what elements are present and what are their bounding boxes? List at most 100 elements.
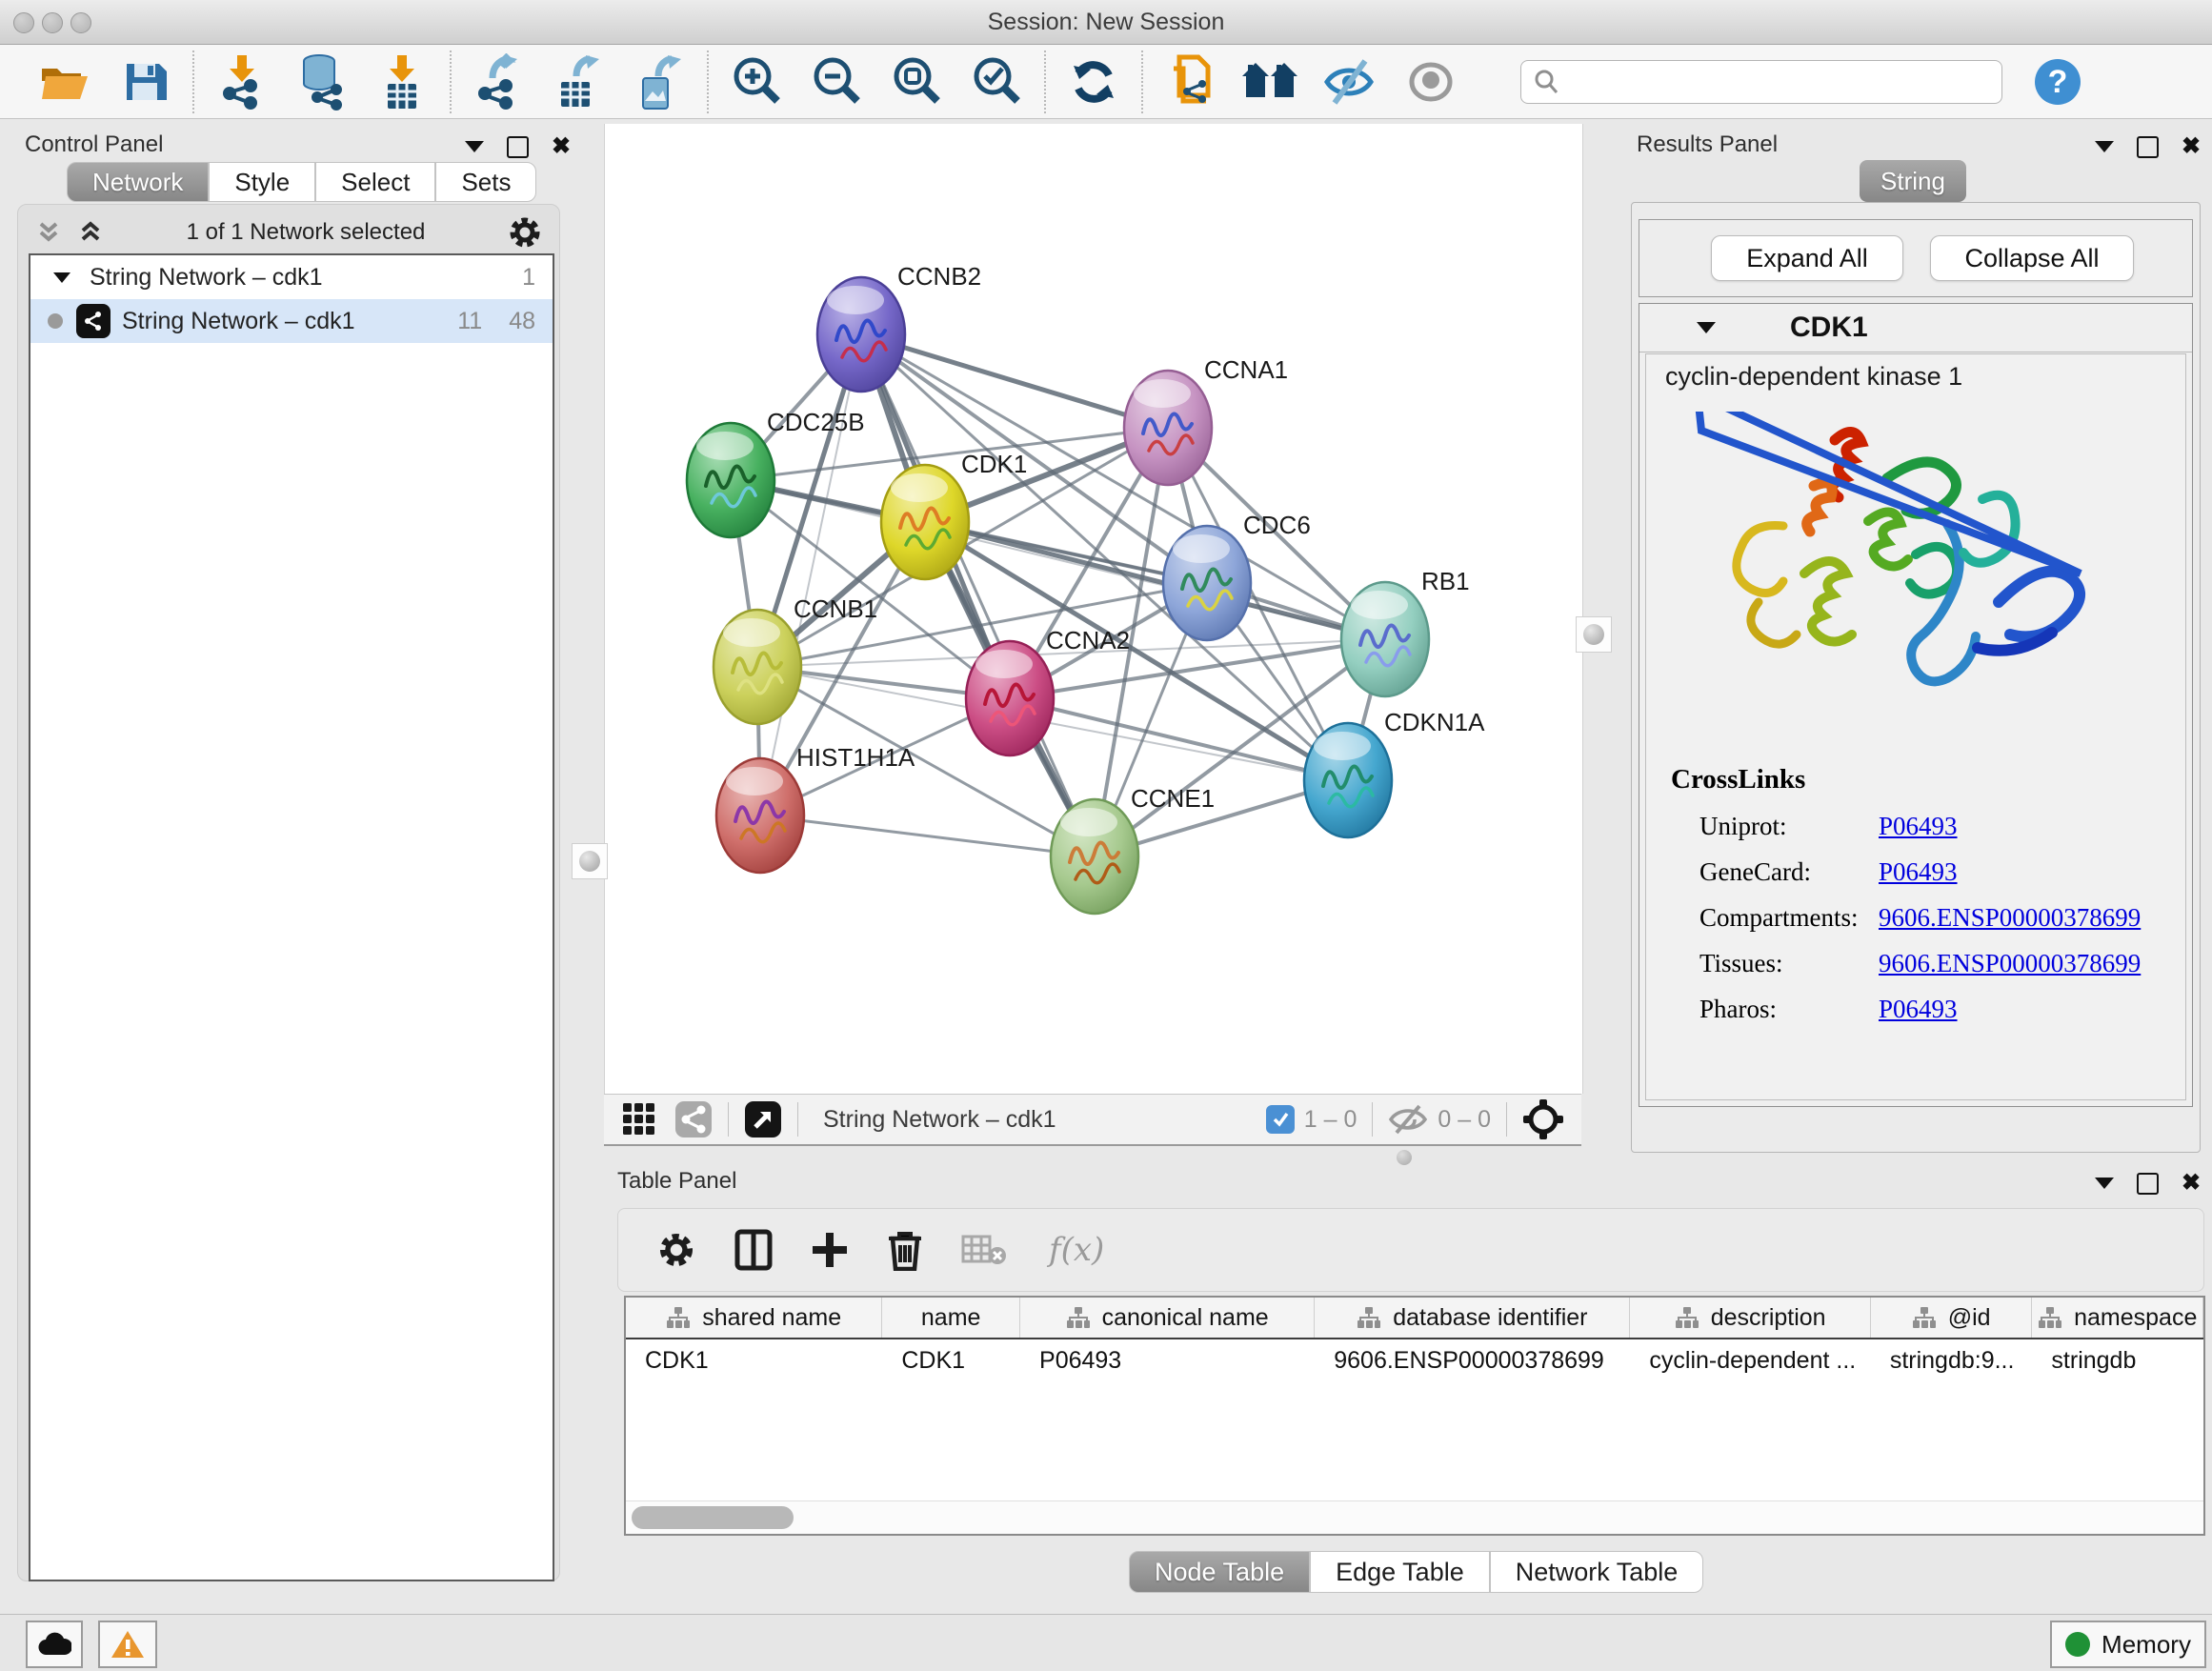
crosslink-row: Compartments:9606.ENSP00000378699 [1671, 903, 2141, 933]
tab-node-table[interactable]: Node Table [1129, 1551, 1310, 1593]
refresh-layout-icon[interactable] [1054, 50, 1134, 113]
close-panel-icon[interactable]: ✖ [2182, 1172, 2201, 1195]
delete-column-icon[interactable] [887, 1229, 923, 1271]
float-panel-icon[interactable] [2137, 136, 2159, 158]
node-gloss [1134, 379, 1191, 408]
home-view-icon[interactable] [1231, 50, 1311, 113]
column-header-name[interactable]: name [882, 1298, 1020, 1338]
horizontal-splitter-handle[interactable] [1397, 1150, 1412, 1165]
network-share-icon[interactable] [674, 1100, 713, 1138]
tab-sets[interactable]: Sets [435, 162, 536, 202]
tab-style[interactable]: Style [209, 162, 315, 202]
node-gloss [975, 650, 1033, 678]
cloud-status-button[interactable] [26, 1621, 83, 1668]
crosslink-link[interactable]: P06493 [1879, 995, 1958, 1024]
share-session-icon[interactable] [1151, 50, 1231, 113]
column-header-canonical-name[interactable]: canonical name [1020, 1298, 1315, 1338]
tab-edge-table[interactable]: Edge Table [1310, 1551, 1490, 1593]
column-header-description[interactable]: description [1630, 1298, 1870, 1338]
node-label-CCNB2: CCNB2 [897, 262, 981, 291]
edge-HIST1H1A-CCNE1[interactable] [760, 815, 1095, 856]
open-session-icon[interactable] [25, 50, 105, 113]
delete-table-icon [961, 1233, 1007, 1267]
show-all-icon[interactable] [1391, 50, 1471, 113]
help-icon[interactable]: ? [2018, 50, 2098, 113]
tab-select[interactable]: Select [315, 162, 435, 202]
crosslink-row: Tissues:9606.ENSP00000378699 [1671, 949, 2141, 978]
float-panel-icon[interactable] [507, 136, 529, 158]
toolbar-separator [1506, 1102, 1507, 1137]
tab-network[interactable]: Network [67, 162, 209, 202]
table-row[interactable]: CDK1CDK1P064939606.ENSP00000378699cyclin… [626, 1339, 2203, 1381]
memory-button[interactable]: Memory [2050, 1621, 2206, 1668]
edge-CCNB2-CCNE1[interactable] [861, 334, 1095, 856]
birds-eye-view-icon[interactable] [621, 1101, 657, 1137]
crosslink-link[interactable]: P06493 [1879, 812, 1958, 841]
edge-CCNB2-CCNA1[interactable] [861, 334, 1168, 428]
left-splitter-handle[interactable] [572, 843, 608, 879]
import-table-icon[interactable] [362, 50, 442, 113]
cell-database-identifier[interactable]: 9606.ENSP00000378699 [1315, 1339, 1630, 1381]
export-table-icon[interactable] [539, 50, 619, 113]
expand-all-icon[interactable] [76, 218, 105, 247]
show-columns-icon[interactable] [734, 1229, 773, 1271]
crosslink-link[interactable]: 9606.ENSP00000378699 [1879, 903, 2141, 933]
crosslink-link[interactable]: 9606.ENSP00000378699 [1879, 949, 2141, 978]
save-session-icon[interactable] [105, 50, 185, 113]
zoom-in-icon[interactable] [716, 50, 796, 113]
collapse-all-icon[interactable] [34, 218, 63, 247]
export-image-icon[interactable] [619, 50, 699, 113]
collapse-panel-icon[interactable] [2095, 1178, 2114, 1189]
cell-description[interactable]: cyclin-dependent ... [1630, 1339, 1870, 1381]
column-header-namespace[interactable]: namespace [2032, 1298, 2203, 1338]
cell-name[interactable]: CDK1 [882, 1339, 1020, 1381]
zoom-fit-icon[interactable] [876, 50, 956, 113]
crosslink-row: Uniprot:P06493 [1671, 812, 2141, 841]
zoom-out-icon[interactable] [796, 50, 876, 113]
crosslink-link[interactable]: P06493 [1879, 857, 1958, 887]
selected-nodes-checkbox[interactable] [1266, 1105, 1295, 1134]
column-header--id[interactable]: @id [1871, 1298, 2033, 1338]
zoom-selected-icon[interactable] [956, 50, 1036, 113]
float-panel-icon[interactable] [2137, 1173, 2159, 1195]
network-view-title: String Network – cdk1 [823, 1106, 1056, 1134]
table-options-gear-icon[interactable] [656, 1230, 696, 1270]
import-network-icon[interactable] [202, 50, 282, 113]
cell-canonical-name[interactable]: P06493 [1020, 1339, 1315, 1381]
table-horizontal-scrollbar[interactable] [626, 1500, 2203, 1534]
cell--id[interactable]: stringdb:9... [1871, 1339, 2033, 1381]
open-in-new-window-icon[interactable] [744, 1100, 782, 1138]
create-column-icon[interactable] [811, 1231, 849, 1269]
cell-namespace[interactable]: stringdb [2032, 1339, 2203, 1381]
gene-description: cyclin-dependent kinase 1 [1665, 362, 1962, 392]
collapse-panel-icon[interactable] [465, 141, 484, 152]
import-database-icon[interactable] [282, 50, 362, 113]
column-header-shared-name[interactable]: shared name [626, 1298, 882, 1338]
node-gloss [827, 286, 884, 314]
results-entry-header[interactable]: CDK1 [1639, 304, 2192, 352]
expand-all-button[interactable]: Expand All [1711, 235, 1903, 281]
right-splitter-handle[interactable] [1576, 616, 1612, 653]
warning-button[interactable] [98, 1621, 157, 1668]
entry-expander-icon[interactable] [1697, 322, 1716, 333]
tree-expander-icon[interactable] [53, 272, 70, 283]
cell-shared-name[interactable]: CDK1 [626, 1339, 882, 1381]
collapse-panel-icon[interactable] [2095, 141, 2114, 152]
collapse-all-button[interactable]: Collapse All [1930, 235, 2134, 281]
shared-column-icon [1357, 1306, 1381, 1329]
close-panel-icon[interactable]: ✖ [2182, 135, 2201, 158]
column-header-database-identifier[interactable]: database identifier [1315, 1298, 1630, 1338]
crosslink-label: Tissues: [1699, 949, 1879, 978]
tab-network-table[interactable]: Network Table [1490, 1551, 1704, 1593]
tab-string[interactable]: String [1860, 160, 1966, 202]
network-collection-row[interactable]: String Network – cdk1 1 [30, 255, 553, 299]
hide-selected-icon[interactable] [1311, 50, 1391, 113]
search-input[interactable] [1520, 60, 2002, 104]
close-panel-icon[interactable]: ✖ [552, 135, 571, 158]
network-view[interactable]: CCNB2CCNA1CDC25BCDK1CDC6RB1CCNB1CCNA2HIS… [604, 124, 1583, 1094]
scrollbar-thumb[interactable] [632, 1506, 794, 1529]
fit-selected-crosshair-icon[interactable] [1522, 1098, 1564, 1140]
network-options-gear-icon[interactable] [507, 214, 543, 251]
export-network-icon[interactable] [459, 50, 539, 113]
network-row[interactable]: String Network – cdk1 11 48 [30, 299, 553, 343]
